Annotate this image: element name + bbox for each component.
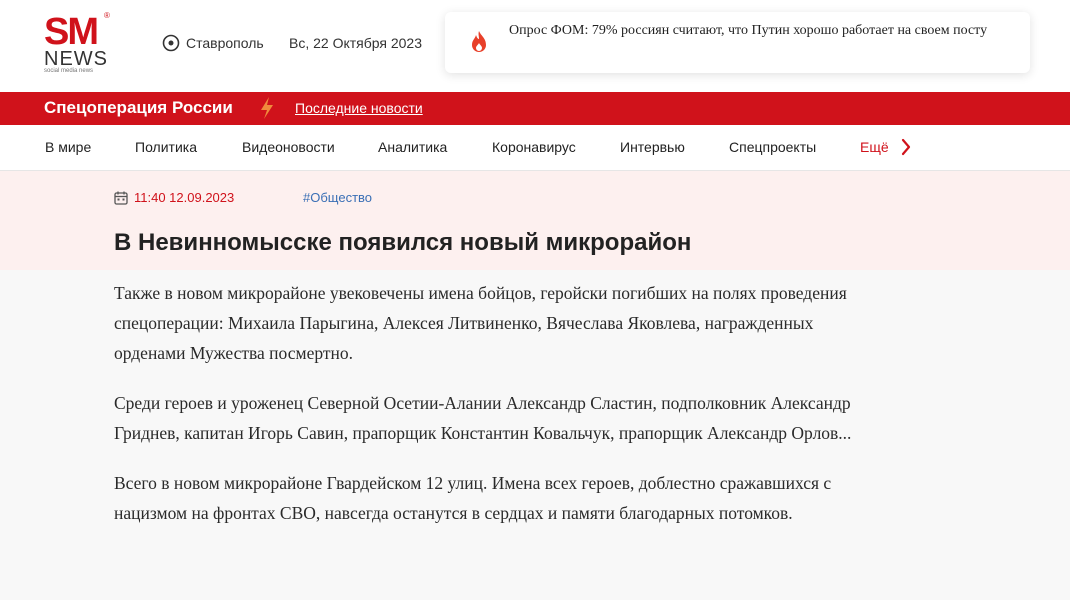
nav-item-analytics[interactable]: Аналитика	[378, 139, 447, 155]
site-logo[interactable]: SM ® NEWS social media news	[44, 11, 110, 74]
article-paragraph: Среди героев и уроженец Северной Осетии-…	[114, 393, 852, 443]
main-nav: В мире Политика Видеоновости Аналитика К…	[0, 125, 1070, 171]
logo-registered: ®	[104, 11, 110, 20]
logo-mark-text: SM	[44, 13, 97, 47]
logo-tagline: social media news	[44, 68, 94, 74]
poll-teaser-text: Опрос ФОМ: 79% россиян считают, что Пути…	[509, 23, 988, 38]
chevron-right-icon[interactable]	[900, 138, 912, 156]
article-body: Также в новом микрорайоне увековечены им…	[114, 278, 874, 548]
current-date: Вс, 22 Октября 2023	[289, 35, 423, 51]
latest-news-link[interactable]: Последние новости	[295, 100, 423, 116]
article-title: В Невинномысске появился новый микрорайо…	[114, 229, 692, 256]
article-publish-date: 11:40 12.09.2023	[114, 190, 234, 205]
article-header: 11:40 12.09.2023 #Общество В Невинномысс…	[0, 171, 1070, 270]
lightning-icon	[261, 97, 273, 119]
nav-item-interviews[interactable]: Интервью	[620, 139, 685, 155]
nav-item-politics[interactable]: Политика	[135, 139, 197, 155]
article-tag-link[interactable]: #Общество	[303, 190, 372, 205]
article-paragraph: Также в новом микрорайоне увековечены им…	[114, 283, 847, 363]
nav-item-coronavirus[interactable]: Коронавирус	[492, 139, 576, 155]
special-operation-title[interactable]: Спецоперация России	[44, 98, 233, 118]
fire-icon	[472, 31, 486, 52]
nav-more-button[interactable]: Ещё	[860, 139, 889, 155]
nav-item-world[interactable]: В мире	[45, 139, 91, 155]
location-pin-icon	[162, 34, 180, 52]
site-header: SM ® NEWS social media news Ставрополь В…	[0, 0, 1070, 92]
nav-item-special-projects[interactable]: Спецпроекты	[729, 139, 816, 155]
article-time-text: 11:40 12.09.2023	[134, 190, 235, 205]
location-label: Ставрополь	[186, 35, 264, 51]
location-selector[interactable]: Ставрополь	[162, 33, 264, 53]
poll-teaser-card[interactable]: Опрос ФОМ: 79% россиян считают, что Пути…	[445, 12, 1030, 73]
calendar-icon	[114, 191, 128, 205]
special-operation-bar: Спецоперация России Последние новости	[0, 92, 1070, 125]
nav-item-video-news[interactable]: Видеоновости	[242, 139, 335, 155]
article-paragraph: Всего в новом микрорайоне Гвардейском 12…	[114, 473, 832, 523]
sm-logo-mark: SM	[44, 13, 99, 47]
